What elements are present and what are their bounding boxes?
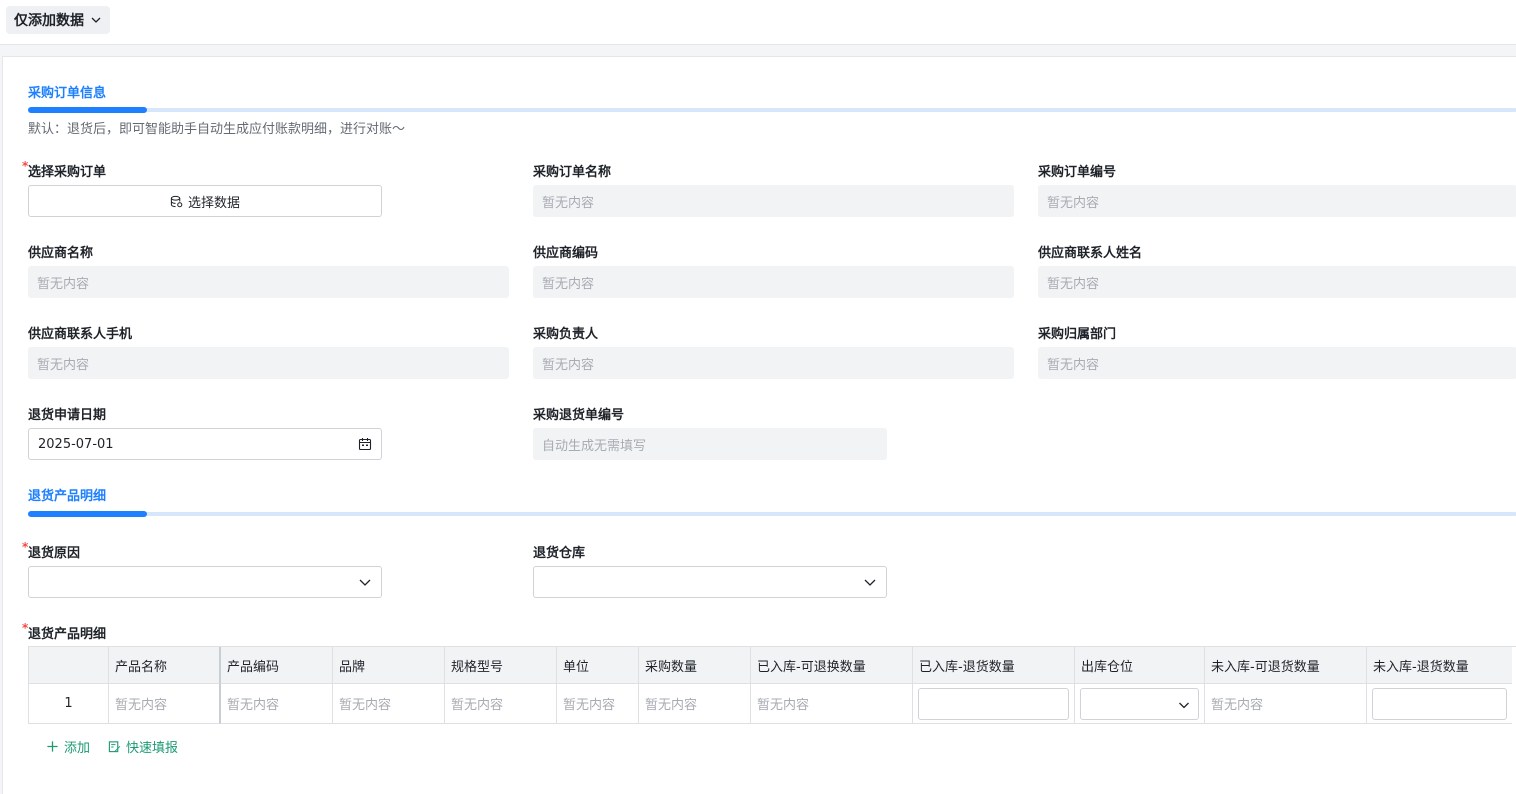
- label-return-date: 退货申请日期: [28, 408, 107, 423]
- label-return-items: * 退货产品明细: [22, 621, 107, 642]
- cell-unit: 暂无内容: [557, 684, 639, 724]
- table-header-cell: 未入库-退货数量: [1367, 647, 1512, 684]
- select-data-label: 选择数据: [187, 195, 240, 211]
- table-header-cell: 已入库-可退换数量: [751, 647, 913, 684]
- label-select-order: * 选择采购订单: [22, 159, 107, 180]
- table-header-cell: [29, 647, 109, 684]
- row-index: 1: [29, 684, 109, 724]
- order-no-field: 暂无内容: [1038, 185, 1516, 217]
- section-hint: 默认：退货后，即可智能助手自动生成应付账款明细，进行对账〜: [28, 122, 406, 137]
- section-divider: [28, 511, 1516, 517]
- chevron-down-icon: [91, 17, 101, 23]
- order-name-field: 暂无内容: [533, 185, 1014, 217]
- table-header-cell: 产品名称: [109, 647, 221, 684]
- label-purchase-owner: 采购负责人: [533, 327, 599, 342]
- return-date-value: 2025-07-01: [38, 436, 114, 452]
- top-toolbar: 仅添加数据: [0, 0, 1516, 45]
- cell-brand: 暂无内容: [333, 684, 445, 724]
- table-header-cell: 品牌: [333, 647, 445, 684]
- table-row: 1 暂无内容 暂无内容 暂无内容 暂无内容 暂无内容 暂无内容 暂无内容 暂无内…: [29, 684, 1516, 724]
- mode-label: 仅添加数据: [14, 13, 84, 29]
- label-return-warehouse: 退货仓库: [533, 546, 586, 561]
- supplier-contact-name-field: 暂无内容: [1038, 266, 1516, 298]
- out-location-select[interactable]: [1080, 687, 1199, 720]
- label-return-reason: * 退货原因: [22, 540, 81, 561]
- required-mark: *: [22, 621, 29, 635]
- plus-icon: [47, 741, 58, 752]
- required-mark: *: [22, 159, 29, 173]
- label-supplier-code: 供应商编码: [533, 246, 599, 261]
- cell-stocked-return-qty: [913, 684, 1075, 724]
- cell-product-name: 暂无内容: [109, 684, 221, 724]
- table-header-cell: 采购数量: [639, 647, 751, 684]
- return-items-table: 产品名称 产品编码 品牌 规格型号 单位 采购数量 已入库-可退换数量 已入库-…: [28, 646, 1516, 724]
- table-header-row: 产品名称 产品编码 品牌 规格型号 单位 采购数量 已入库-可退换数量 已入库-…: [29, 647, 1516, 684]
- label-supplier-contact-name: 供应商联系人姓名: [1038, 246, 1143, 261]
- chevron-down-icon: [1179, 702, 1189, 708]
- unstocked-return-qty-input[interactable]: [1372, 687, 1507, 720]
- quick-fill-icon: [108, 741, 121, 753]
- form-panel: 采购订单信息 默认：退货后，即可智能助手自动生成应付账款明细，进行对账〜 * 选择…: [2, 56, 1516, 794]
- label-order-no: 采购订单编号: [1038, 165, 1117, 180]
- purchase-owner-field: 暂无内容: [533, 347, 1014, 379]
- table-header-cell: 已入库-退货数量: [913, 647, 1075, 684]
- return-reason-select[interactable]: [28, 566, 382, 598]
- return-warehouse-select[interactable]: [533, 566, 887, 598]
- table-actions: 添加 快速填报: [46, 737, 178, 756]
- return-date-input[interactable]: 2025-07-01: [28, 428, 382, 460]
- calendar-icon: [358, 438, 372, 451]
- supplier-code-field: 暂无内容: [533, 266, 1014, 298]
- label-supplier-name: 供应商名称: [28, 246, 94, 261]
- table-header-cell: 单位: [557, 647, 639, 684]
- supplier-contact-phone-field: 暂无内容: [28, 347, 509, 379]
- label-purchase-dept: 采购归属部门: [1038, 327, 1117, 342]
- return-no-field: 自动生成无需填写: [533, 428, 887, 460]
- chevron-down-icon: [864, 579, 876, 586]
- cell-stocked-returnable: 暂无内容: [751, 684, 913, 724]
- add-row-button[interactable]: 添加: [46, 737, 90, 756]
- section-title-product-detail: 退货产品明细: [28, 489, 107, 504]
- label-order-name: 采购订单名称: [533, 165, 612, 180]
- stocked-return-qty-input[interactable]: [918, 687, 1069, 720]
- select-data-button[interactable]: 选择数据: [28, 185, 382, 217]
- add-row-label: 添加: [64, 741, 91, 756]
- cell-product-code: 暂无内容: [221, 684, 333, 724]
- table-header-cell: 出库仓位: [1075, 647, 1205, 684]
- required-mark: *: [22, 540, 29, 554]
- purchase-dept-field: 暂无内容: [1038, 347, 1516, 379]
- supplier-name-field: 暂无内容: [28, 266, 509, 298]
- label-return-no: 采购退货单编号: [533, 408, 625, 423]
- label-supplier-contact-phone: 供应商联系人手机: [28, 327, 133, 342]
- table-header-cell: 产品编码: [221, 647, 333, 684]
- database-icon: [170, 195, 183, 207]
- table-header-cell: 规格型号: [445, 647, 557, 684]
- section-divider: [28, 107, 1516, 113]
- section-title-order-info: 采购订单信息: [28, 86, 107, 101]
- quick-fill-label: 快速填报: [126, 741, 179, 756]
- cell-spec: 暂无内容: [445, 684, 557, 724]
- mode-dropdown[interactable]: 仅添加数据: [6, 6, 110, 34]
- cell-out-location: [1075, 684, 1205, 724]
- chevron-down-icon: [359, 579, 371, 586]
- cell-unstocked-returnable: 暂无内容: [1205, 684, 1367, 724]
- table-header-cell: 未入库-可退货数量: [1205, 647, 1367, 684]
- cell-purchase-qty: 暂无内容: [639, 684, 751, 724]
- quick-fill-button[interactable]: 快速填报: [108, 737, 178, 756]
- cell-unstocked-return-qty: [1367, 684, 1512, 724]
